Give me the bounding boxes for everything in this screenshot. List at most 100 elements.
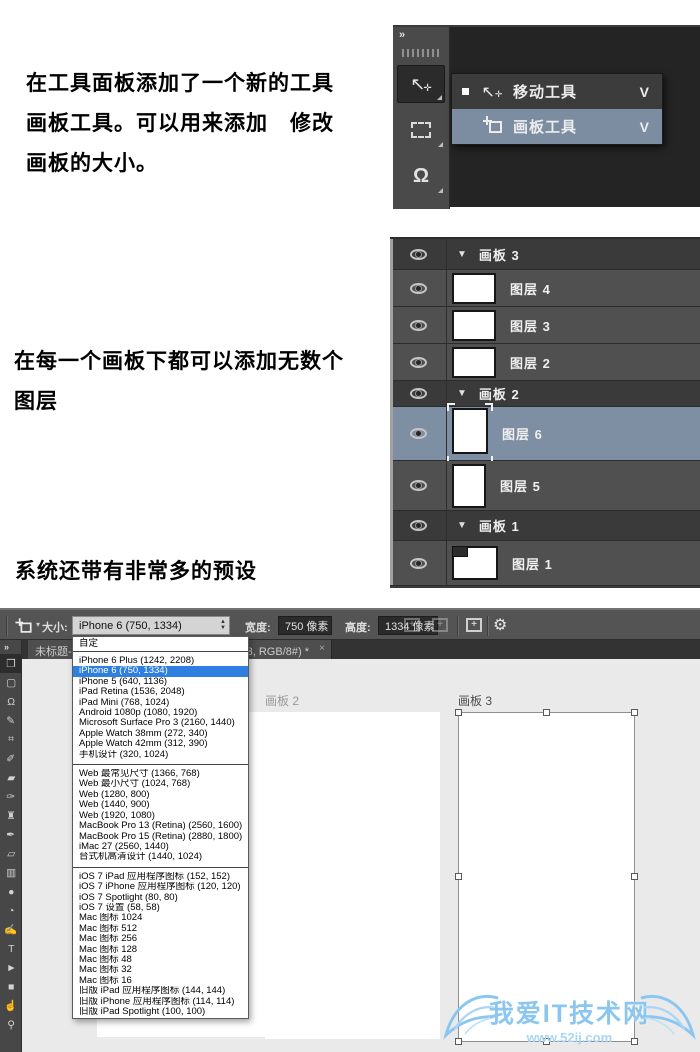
visibility-toggle[interactable] bbox=[390, 541, 447, 585]
preset-option[interactable]: iPad Retina (1536, 2048) bbox=[73, 687, 248, 697]
collapse-panel-icon[interactable]: » bbox=[393, 27, 449, 41]
preset-option[interactable]: 手机设计 (320, 1024) bbox=[73, 750, 248, 760]
spot-healing-tool[interactable]: ▰ bbox=[0, 768, 22, 787]
path-selection-tool[interactable]: ► bbox=[0, 958, 22, 977]
visibility-toggle[interactable] bbox=[390, 381, 447, 406]
rectangle-tool[interactable]: ■ bbox=[0, 977, 22, 996]
preset-option[interactable]: 旧版 iPad 应用程序图标 (144, 144) bbox=[73, 986, 248, 996]
visibility-toggle[interactable] bbox=[390, 407, 447, 460]
menu-item-move-tool[interactable]: ↖✛ 移动工具 V bbox=[452, 74, 662, 109]
preset-option[interactable]: iPad Mini (768, 1024) bbox=[73, 698, 248, 708]
gradient-tool[interactable]: ▥ bbox=[0, 863, 22, 882]
preset-option[interactable]: 台式机高清设计 (1440, 1024) bbox=[73, 852, 248, 862]
move-tool-button[interactable]: ↖ ✛ bbox=[397, 65, 445, 103]
preset-option[interactable]: Web 最常见尺寸 (1366, 768) bbox=[73, 769, 248, 779]
preset-option[interactable]: Android 1080p (1080, 1920) bbox=[73, 708, 248, 718]
preset-option[interactable]: Apple Watch 38mm (272, 340) bbox=[73, 729, 248, 739]
lasso-tool[interactable]: Ω bbox=[0, 692, 22, 711]
preset-option[interactable]: iOS 7 Spotlight (80, 80) bbox=[73, 893, 248, 903]
marquee-tool[interactable]: ▢ bbox=[0, 673, 22, 692]
pen-tool[interactable]: ✍ bbox=[0, 920, 22, 939]
preset-option[interactable]: iMac 27 (2560, 1440) bbox=[73, 842, 248, 852]
toolbar-grip[interactable] bbox=[402, 49, 440, 57]
brush-tool[interactable]: ✑ bbox=[0, 787, 22, 806]
expand-triangle-icon[interactable]: ▼ bbox=[457, 249, 467, 260]
crop-tool[interactable]: ⌗ bbox=[0, 730, 22, 749]
artboard-tool[interactable]: ❐ bbox=[0, 654, 22, 673]
artboard-resize-icon[interactable]: + bbox=[432, 618, 448, 632]
artboard-tool-options-icon[interactable] bbox=[14, 617, 33, 639]
preset-option[interactable]: Mac 图标 1024 bbox=[73, 913, 248, 923]
chevron-down-icon[interactable]: ▾ bbox=[36, 620, 40, 629]
preset-option[interactable]: Web (1920, 1080) bbox=[73, 811, 248, 821]
preset-option[interactable]: Microsoft Surface Pro 3 (2160, 1440) bbox=[73, 718, 248, 728]
quick-selection-tool[interactable]: ✎ bbox=[0, 711, 22, 730]
visibility-toggle[interactable] bbox=[390, 239, 447, 269]
hand-tool[interactable]: ☝ bbox=[0, 996, 22, 1015]
preset-option[interactable]: Mac 图标 16 bbox=[73, 976, 248, 986]
dodge-tool[interactable]: ◔ bbox=[0, 901, 22, 920]
preset-option[interactable]: Mac 图标 256 bbox=[73, 934, 248, 944]
artboard2-label[interactable]: 画板 2 bbox=[265, 692, 299, 709]
preset-option[interactable]: iOS 7 iPhone 应用程序图标 (120, 120) bbox=[73, 882, 248, 892]
preset-option[interactable]: Web 最小尺寸 (1024, 768) bbox=[73, 779, 248, 789]
preset-option[interactable]: Web (1440, 900) bbox=[73, 800, 248, 810]
layer-row[interactable]: 图层 1 bbox=[390, 541, 700, 586]
preset-option[interactable]: Mac 图标 128 bbox=[73, 945, 248, 955]
expand-triangle-icon[interactable]: ▼ bbox=[457, 388, 467, 399]
layer-row[interactable]: 图层 5 bbox=[390, 461, 700, 511]
preset-option[interactable]: Web (1280, 800) bbox=[73, 790, 248, 800]
visibility-toggle[interactable] bbox=[390, 307, 447, 343]
artboard-group-row[interactable]: ▼ 画板 1 bbox=[390, 511, 700, 541]
preset-option[interactable]: Mac 图标 48 bbox=[73, 955, 248, 965]
clone-stamp-tool[interactable]: ♜ bbox=[0, 806, 22, 825]
lasso-tool-button[interactable]: Ω bbox=[397, 157, 445, 195]
resize-handle-mid-left[interactable] bbox=[455, 873, 462, 880]
preset-option[interactable]: iOS 7 iPad 应用程序图标 (152, 152) bbox=[73, 872, 248, 882]
artboard-group-row[interactable]: ▼ 画板 2 bbox=[390, 381, 700, 407]
size-preset-select[interactable]: iPhone 6 (750, 1334) ▲ ▼ bbox=[72, 616, 230, 635]
layer-row[interactable]: 图层 3 bbox=[390, 307, 700, 344]
preset-option[interactable]: 旧版 iPad Spotlight (100, 100) bbox=[73, 1007, 248, 1017]
add-artboard-icon[interactable]: + bbox=[466, 618, 482, 632]
expand-triangle-icon[interactable]: ▼ bbox=[457, 520, 467, 531]
preset-option[interactable]: Mac 图标 512 bbox=[73, 924, 248, 934]
eyedropper-tool[interactable]: ✐ bbox=[0, 749, 22, 768]
resize-handle-top-right[interactable] bbox=[631, 709, 638, 716]
visibility-toggle[interactable] bbox=[390, 511, 447, 540]
preset-option[interactable]: MacBook Pro 15 (Retina) (2880, 1800) bbox=[73, 832, 248, 842]
preset-option[interactable]: iPhone 6 (750, 1334) bbox=[73, 666, 248, 677]
type-tool[interactable]: T bbox=[0, 939, 22, 958]
layer-row-selected[interactable]: 图层 6 bbox=[390, 403, 700, 464]
artboard-2[interactable] bbox=[265, 712, 440, 1039]
close-icon[interactable]: × bbox=[319, 643, 325, 654]
preset-option[interactable]: 旧版 iPhone 应用程序图标 (114, 114) bbox=[73, 997, 248, 1007]
width-input[interactable]: 750 像素 bbox=[278, 616, 332, 635]
preset-option[interactable]: Apple Watch 42mm (312, 390) bbox=[73, 739, 248, 749]
preset-option[interactable]: MacBook Pro 13 (Retina) (2560, 1600) bbox=[73, 821, 248, 831]
resize-handle-top-mid[interactable] bbox=[542, 709, 550, 716]
preset-option[interactable]: iPhone 5 (640, 1136) bbox=[73, 677, 248, 687]
preset-option[interactable]: iOS 7 设置 (58, 58) bbox=[73, 903, 248, 913]
visibility-toggle[interactable] bbox=[390, 344, 447, 380]
collapse-toolbar-icon[interactable]: » bbox=[0, 640, 21, 654]
visibility-toggle[interactable] bbox=[390, 270, 447, 306]
preset-option[interactable]: Mac 图标 32 bbox=[73, 965, 248, 975]
preset-option-custom[interactable]: 自定 bbox=[73, 637, 248, 651]
menu-item-artboard-tool[interactable]: 画板工具 V bbox=[452, 109, 662, 144]
visibility-toggle[interactable] bbox=[390, 461, 447, 510]
preset-option[interactable]: iPhone 6 Plus (1242, 2208) bbox=[73, 656, 248, 666]
artboard-group-row[interactable]: ▼ 画板 3 bbox=[390, 239, 700, 270]
history-brush-tool[interactable]: ✒ bbox=[0, 825, 22, 844]
resize-handle-top-left[interactable] bbox=[455, 709, 462, 716]
artboard3-label[interactable]: 画板 3 bbox=[458, 692, 492, 709]
zoom-tool[interactable]: ⚲ bbox=[0, 1015, 22, 1034]
layer-row[interactable]: 图层 2 bbox=[390, 344, 700, 381]
blur-tool[interactable]: ● bbox=[0, 882, 22, 901]
gear-icon[interactable]: ⚙ bbox=[493, 615, 507, 635]
layer-row[interactable]: 图层 4 bbox=[390, 270, 700, 307]
marquee-tool-button[interactable] bbox=[397, 111, 445, 149]
eraser-tool[interactable]: ▱ bbox=[0, 844, 22, 863]
resize-handle-mid-right[interactable] bbox=[631, 873, 638, 880]
artboard-size-icon[interactable]: + bbox=[404, 618, 420, 632]
